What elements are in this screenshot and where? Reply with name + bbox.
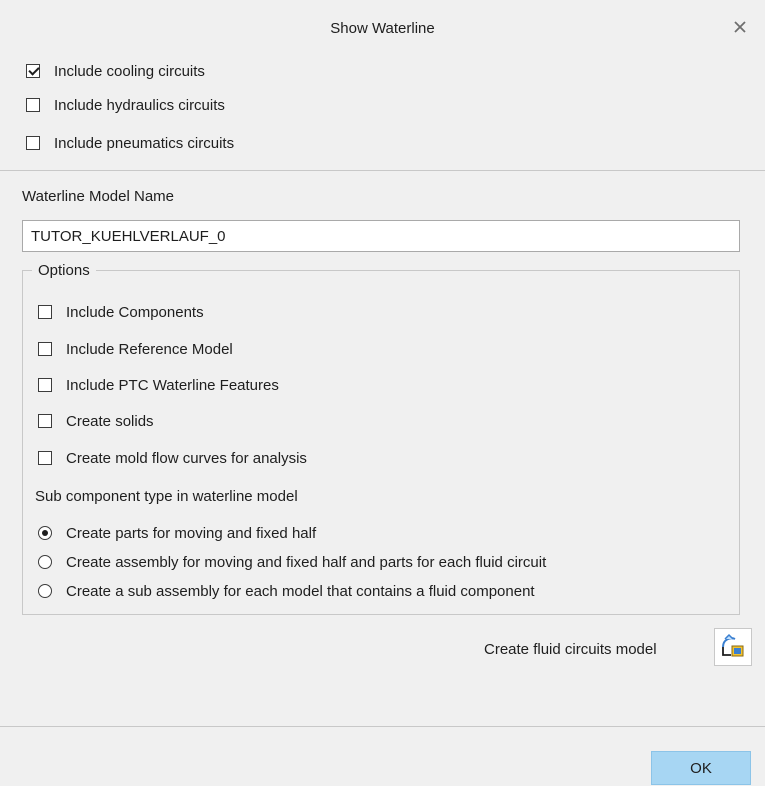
- radio-button[interactable]: [38, 584, 52, 598]
- checkbox-box[interactable]: [38, 451, 52, 465]
- dialog-title: Show Waterline: [330, 20, 435, 37]
- checkbox-label: Create solids: [66, 412, 154, 430]
- create-fluid-circuits-model-button[interactable]: [714, 628, 752, 666]
- separator: [0, 170, 765, 171]
- radio-label: Create a sub assembly for each model tha…: [66, 582, 535, 600]
- checkbox-label: Include pneumatics circuits: [54, 134, 235, 152]
- include-reference-model-checkbox[interactable]: Include Reference Model: [38, 338, 233, 360]
- radio-sub-assembly-each-model[interactable]: Create a sub assembly for each model tha…: [38, 580, 535, 602]
- checkbox-box[interactable]: [38, 378, 52, 392]
- checkbox-label: Include hydraulics circuits: [54, 96, 225, 114]
- fluid-circuits-model-icon: [722, 633, 744, 657]
- checkbox-label: Include Components: [66, 303, 204, 321]
- footer-separator: [0, 726, 765, 727]
- include-components-checkbox[interactable]: Include Components: [38, 301, 204, 323]
- options-legend: Options: [32, 262, 96, 279]
- include-ptc-waterline-features-checkbox[interactable]: Include PTC Waterline Features: [38, 374, 279, 396]
- checkbox-box[interactable]: [38, 414, 52, 428]
- create-solids-checkbox[interactable]: Create solids: [38, 410, 154, 432]
- checkbox-box[interactable]: [26, 64, 40, 78]
- radio-parts-moving-fixed-half[interactable]: Create parts for moving and fixed half: [38, 522, 316, 544]
- checkbox-box[interactable]: [26, 136, 40, 150]
- close-button[interactable]: [729, 16, 751, 38]
- subcomponent-type-label: Sub component type in waterline model: [35, 488, 298, 505]
- radio-assembly-moving-fixed-half[interactable]: Create assembly for moving and fixed hal…: [38, 551, 546, 573]
- checkbox-box[interactable]: [38, 342, 52, 356]
- dialog-titlebar: Show Waterline: [0, 0, 765, 62]
- checkbox-label: Create mold flow curves for analysis: [66, 449, 307, 467]
- checkbox-label: Include PTC Waterline Features: [66, 376, 279, 394]
- close-icon: [734, 21, 746, 33]
- create-mold-flow-curves-checkbox[interactable]: Create mold flow curves for analysis: [38, 447, 307, 469]
- checkbox-box[interactable]: [38, 305, 52, 319]
- fluid-circuits-model-label: Create fluid circuits model: [484, 641, 657, 658]
- radio-label: Create assembly for moving and fixed hal…: [66, 553, 547, 571]
- include-cooling-circuits-checkbox[interactable]: Include cooling circuits: [26, 60, 205, 82]
- radio-button[interactable]: [38, 555, 52, 569]
- checkbox-box[interactable]: [26, 98, 40, 112]
- include-pneumatics-circuits-checkbox[interactable]: Include pneumatics circuits: [26, 132, 234, 154]
- radio-button[interactable]: [38, 526, 52, 540]
- include-hydraulics-circuits-checkbox[interactable]: Include hydraulics circuits: [26, 94, 225, 116]
- ok-button[interactable]: OK: [651, 751, 751, 785]
- model-name-input[interactable]: [22, 220, 740, 252]
- radio-label: Create parts for moving and fixed half: [66, 524, 317, 542]
- checkbox-label: Include cooling circuits: [54, 62, 205, 80]
- model-name-label: Waterline Model Name: [22, 188, 174, 205]
- checkbox-label: Include Reference Model: [66, 340, 233, 358]
